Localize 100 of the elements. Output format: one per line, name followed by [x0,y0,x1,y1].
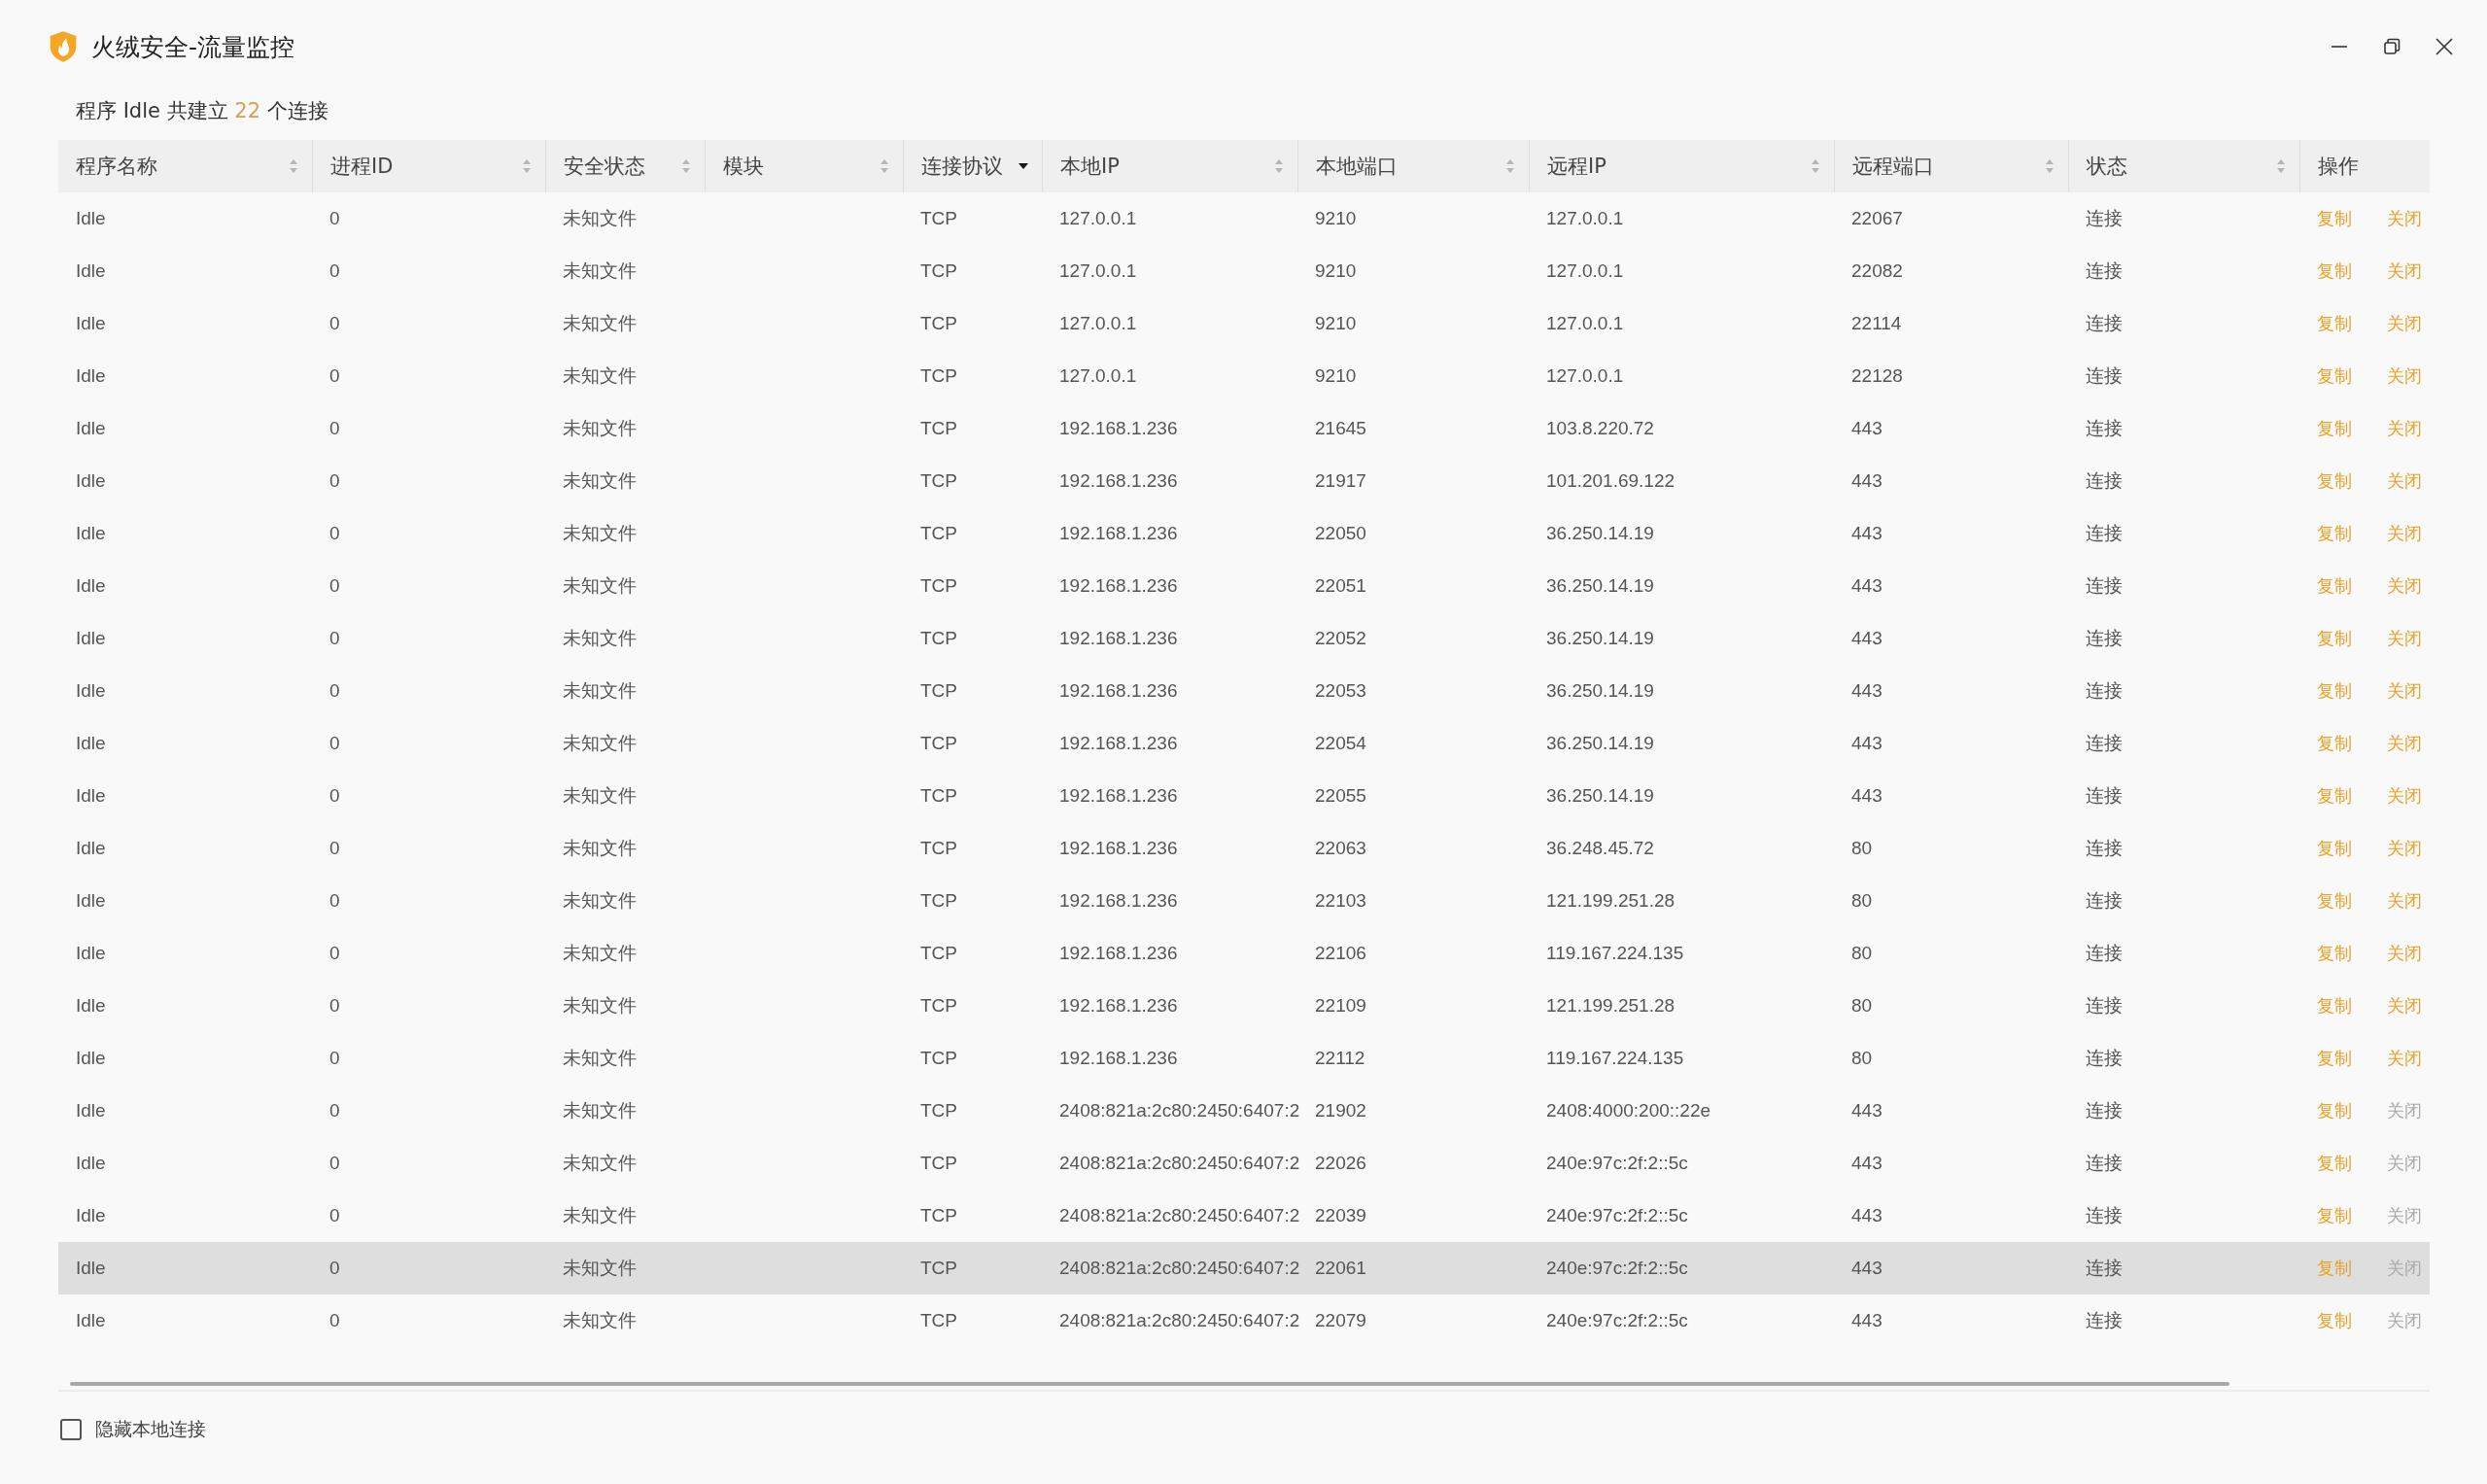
table-cell: 0 [329,470,340,491]
table-cell: 22063 [1315,838,1366,858]
copy-link[interactable]: 复制 [2317,1047,2352,1070]
table-cell: Idle [76,943,106,963]
table-cell: 未知文件 [563,627,637,648]
copy-link[interactable]: 复制 [2317,679,2352,703]
copy-link[interactable]: 复制 [2317,994,2352,1018]
table-cell: 192.168.1.236 [1059,1048,1178,1068]
copy-link[interactable]: 复制 [2317,732,2352,755]
column-header[interactable]: 程序名称 [58,140,312,192]
close-link[interactable]: 关闭 [2387,207,2422,230]
table-cell: Idle [76,575,106,596]
copy-link[interactable]: 复制 [2317,207,2352,230]
table-cell: 119.167.224.135 [1546,1048,1684,1068]
table-cell: 未知文件 [563,994,637,1016]
table-cell: TCP [920,1310,957,1330]
copy-link[interactable]: 复制 [2317,784,2352,808]
close-link[interactable]: 关闭 [2387,259,2422,283]
close-link[interactable]: 关闭 [2387,994,2422,1018]
table-cell: 192.168.1.236 [1059,943,1178,963]
copy-link[interactable]: 复制 [2317,522,2352,545]
column-header[interactable]: 状态 [2068,140,2299,192]
close-link[interactable]: 关闭 [2387,732,2422,755]
table-cell: 连接 [2086,679,2123,701]
column-header[interactable]: 操作 [2299,140,2429,192]
copy-link[interactable]: 复制 [2317,1099,2352,1122]
restore-icon[interactable] [2382,37,2401,56]
table-cell: 80 [1851,838,1873,858]
window-title: 火绒安全-流量监控 [91,31,295,63]
table-cell: 21902 [1315,1100,1366,1121]
close-link[interactable]: 关闭 [2387,312,2422,335]
close-link[interactable]: 关闭 [2387,784,2422,808]
table-cell: 443 [1851,785,1883,806]
copy-link[interactable]: 复制 [2317,889,2352,913]
table-cell: 连接 [2086,469,2123,491]
close-link[interactable]: 关闭 [2387,469,2422,493]
table-cell: Idle [76,838,106,858]
table-cell: 连接 [2086,627,2123,648]
close-link[interactable]: 关闭 [2387,837,2422,860]
table-cell: 192.168.1.236 [1059,575,1178,596]
table-cell: TCP [920,418,957,438]
close-link[interactable]: 关闭 [2387,942,2422,965]
horizontal-scrollbar[interactable] [70,1382,2229,1386]
copy-link[interactable]: 复制 [2317,417,2352,440]
close-link[interactable]: 关闭 [2387,364,2422,388]
close-link[interactable]: 关闭 [2387,679,2422,703]
table-cell: 0 [329,575,340,596]
table-cell: 9210 [1315,208,1357,228]
copy-link[interactable]: 复制 [2317,574,2352,598]
table-cell: TCP [920,365,957,386]
table-cell: 2408:821a:2c80:2450:6407:2 [1059,1258,1300,1278]
table-cell: 0 [329,733,340,753]
table-cell: Idle [76,470,106,491]
column-header[interactable]: 连接协议 [903,140,1042,192]
column-header[interactable]: 进程ID [312,140,545,192]
copy-link[interactable]: 复制 [2317,312,2352,335]
column-header[interactable]: 远程端口 [1834,140,2068,192]
table-cell: 443 [1851,1153,1883,1173]
close-link[interactable]: 关闭 [2387,522,2422,545]
column-header[interactable]: 本地IP [1042,140,1297,192]
close-link[interactable]: 关闭 [2387,574,2422,598]
checkbox[interactable] [60,1419,82,1440]
close-link[interactable]: 关闭 [2387,417,2422,440]
close-link[interactable]: 关闭 [2387,889,2422,913]
table-cell: 443 [1851,680,1883,701]
copy-link[interactable]: 复制 [2317,1152,2352,1175]
table-cell: 0 [329,365,340,386]
copy-link[interactable]: 复制 [2317,1204,2352,1227]
copy-link[interactable]: 复制 [2317,1257,2352,1280]
copy-link[interactable]: 复制 [2317,259,2352,283]
table-cell: 未知文件 [563,889,637,911]
close-icon[interactable] [2435,37,2454,56]
table-cell: 0 [329,208,340,228]
table-cell: 22055 [1315,785,1366,806]
copy-link[interactable]: 复制 [2317,469,2352,493]
table-cell: 0 [329,1205,340,1225]
table-cell: 22082 [1851,260,1903,281]
table-cell: 连接 [2086,259,2123,281]
table-cell: 0 [329,1100,340,1121]
close-link[interactable]: 关闭 [2387,627,2422,650]
table-cell: 240e:97c:2f:2::5c [1546,1310,1688,1330]
close-link[interactable]: 关闭 [2387,1047,2422,1070]
table-cell: 443 [1851,418,1883,438]
table-cell: 0 [329,995,340,1016]
table-cell: TCP [920,575,957,596]
copy-link[interactable]: 复制 [2317,837,2352,860]
column-header[interactable]: 本地端口 [1297,140,1529,192]
table-cell: Idle [76,208,106,228]
table-cell: 21917 [1315,470,1366,491]
copy-link[interactable]: 复制 [2317,627,2352,650]
copy-link[interactable]: 复制 [2317,942,2352,965]
column-header[interactable]: 远程IP [1529,140,1834,192]
copy-link[interactable]: 复制 [2317,1309,2352,1332]
table-cell: 443 [1851,470,1883,491]
column-header[interactable]: 安全状态 [545,140,705,192]
table-cell: 101.201.69.122 [1546,470,1675,491]
table-cell: 127.0.0.1 [1059,313,1137,333]
table-cell: 连接 [2086,417,2123,438]
column-header[interactable]: 模块 [705,140,903,192]
copy-link[interactable]: 复制 [2317,364,2352,388]
